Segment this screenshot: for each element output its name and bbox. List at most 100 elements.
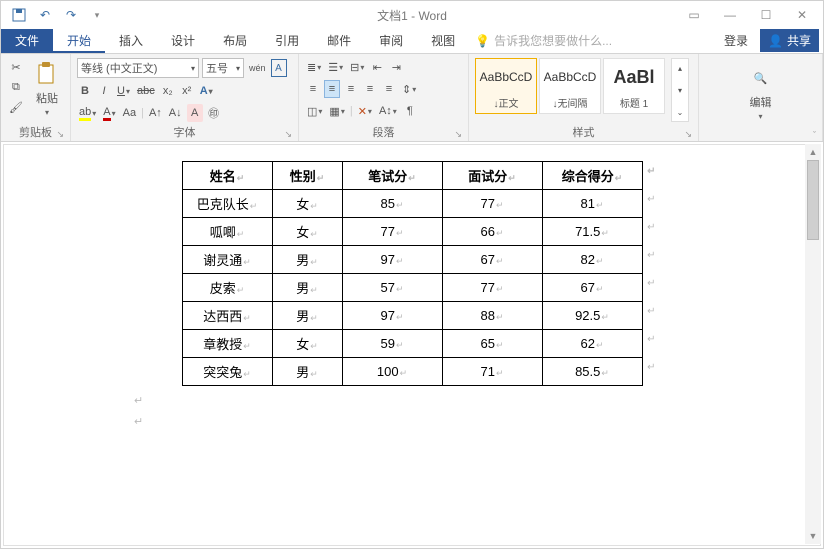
tab-file[interactable]: 文件 [1,27,53,53]
table-cell[interactable]: 62↵ [542,330,642,358]
align-right-icon[interactable]: ≡ [343,80,359,98]
paste-button[interactable]: 粘贴 ▾ [29,58,65,119]
table-row[interactable]: 巴克队长女857781↵ [182,190,642,218]
table-cell[interactable]: 71.5↵ [542,218,642,246]
table-cell[interactable]: 88 [442,302,542,330]
table-cell[interactable]: 71 [442,358,542,386]
dialog-launcher-icon[interactable]: ↘ [454,129,462,140]
table-cell[interactable]: 77 [442,274,542,302]
table-header[interactable]: 综合得分↵ [542,162,642,190]
table-cell[interactable]: 82↵ [542,246,642,274]
table-cell[interactable]: 皮索 [182,274,272,302]
line-spacing-icon[interactable]: ⇕ [400,80,418,98]
bullets-icon[interactable]: ≣ [305,58,323,76]
table-cell[interactable]: 呱唧 [182,218,272,246]
scroll-up-icon[interactable]: ▲ [805,144,821,160]
phonetic-guide-icon[interactable]: wén [247,59,268,77]
align-left-icon[interactable]: ≡ [305,80,321,98]
highlight-icon[interactable]: ab [77,104,98,122]
table-cell[interactable]: 97 [342,246,442,274]
table-cell[interactable]: 女 [272,190,342,218]
sort-icon[interactable]: ✕ [356,102,374,120]
strike-button[interactable]: abc [135,82,157,100]
distribute-icon[interactable]: ≡ [381,80,397,98]
borders-icon[interactable]: ▦ [327,102,346,120]
redo-icon[interactable]: ↷ [63,7,79,23]
maximize-icon[interactable]: ☐ [757,8,775,22]
table-header[interactable]: 笔试分 [342,162,442,190]
dialog-launcher-icon[interactable]: ↘ [684,129,692,140]
tab-home[interactable]: 开始 [53,27,105,53]
table-cell[interactable]: 57 [342,274,442,302]
table-header[interactable]: 性别 [272,162,342,190]
text-effects-icon[interactable]: A [198,82,215,100]
subscript-button[interactable]: x₂ [160,82,176,100]
styles-more-icon[interactable]: ⌄ [672,103,688,121]
font-size-select[interactable]: 五号▾ [202,58,244,78]
table-cell[interactable]: 男 [272,274,342,302]
enclose-char-icon[interactable]: ㊞ [206,104,222,122]
table-cell[interactable]: 100 [342,358,442,386]
tab-references[interactable]: 引用 [261,27,313,53]
editing-button[interactable]: 🔍 编辑 ▾ [743,62,779,123]
table-cell[interactable]: 66 [442,218,542,246]
table-cell[interactable]: 突突兔 [182,358,272,386]
vertical-scrollbar[interactable]: ▲ ▼ [805,144,821,544]
table-cell[interactable]: 67 [442,246,542,274]
table-cell[interactable]: 谢灵通 [182,246,272,274]
italic-button[interactable]: I [96,82,112,100]
cut-icon[interactable]: ✂ [7,58,25,76]
table-row[interactable]: 皮索男577767↵ [182,274,642,302]
dialog-launcher-icon[interactable]: ↘ [284,129,292,140]
tab-insert[interactable]: 插入 [105,27,157,53]
show-marks-icon[interactable]: ¶ [402,102,418,120]
char-border-icon[interactable]: A [271,59,287,77]
grow-font-icon[interactable]: A↑ [147,104,164,122]
font-name-select[interactable]: 等线 (中文正文)▾ [77,58,199,78]
shading-icon[interactable]: ◫ [305,102,324,120]
table-row[interactable]: 呱唧女776671.5↵ [182,218,642,246]
ribbon-options-icon[interactable]: ▭ [685,8,703,22]
table-cell[interactable]: 81↵ [542,190,642,218]
copy-icon[interactable]: ⧉ [7,78,25,96]
minimize-icon[interactable]: — [721,8,739,22]
table-cell[interactable]: 男 [272,302,342,330]
table-cell[interactable]: 77 [442,190,542,218]
collapse-ribbon-icon[interactable]: ˇ [813,130,816,140]
document-table[interactable]: 姓名性别笔试分面试分综合得分↵ 巴克队长女857781↵呱唧女776671.5↵… [182,161,643,386]
dec-indent-icon[interactable]: ⇤ [369,58,385,76]
table-cell[interactable]: 男 [272,358,342,386]
tell-me[interactable]: 💡告诉我您想要做什么... [475,28,612,53]
table-cell[interactable]: 67↵ [542,274,642,302]
tab-layout[interactable]: 布局 [209,27,261,53]
numbering-icon[interactable]: ☰ [326,58,345,76]
style-heading1[interactable]: AaBl标题 1 [603,58,665,114]
table-cell[interactable]: 85 [342,190,442,218]
scroll-down-icon[interactable]: ▼ [805,528,821,544]
tab-view[interactable]: 视图 [417,27,469,53]
login-link[interactable]: 登录 [718,28,754,53]
superscript-button[interactable]: x² [179,82,195,100]
multilevel-icon[interactable]: ⊟ [348,58,366,76]
table-header[interactable]: 面试分 [442,162,542,190]
format-painter-icon[interactable]: 🖌 [7,98,25,116]
style-nospacing[interactable]: AaBbCcD↓无间隔 [539,58,601,114]
scroll-thumb[interactable] [807,160,819,240]
bold-button[interactable]: B [77,82,93,100]
clear-format-icon[interactable]: A [187,104,203,122]
table-cell[interactable]: 65 [442,330,542,358]
undo-icon[interactable]: ↶ [37,7,53,23]
underline-button[interactable]: U [115,82,132,100]
table-row[interactable]: 章教授女596562↵ [182,330,642,358]
inc-indent-icon[interactable]: ⇥ [388,58,404,76]
char-shading-icon[interactable]: Aa [121,104,138,122]
tab-mailings[interactable]: 邮件 [313,27,365,53]
table-row[interactable]: 达西西男978892.5↵ [182,302,642,330]
table-cell[interactable]: 77 [342,218,442,246]
align-center-icon[interactable]: ≡ [324,80,340,98]
shrink-font-icon[interactable]: A↓ [167,104,184,122]
styles-down-icon[interactable]: ▾ [672,81,688,99]
table-cell[interactable]: 达西西 [182,302,272,330]
table-cell[interactable]: 59 [342,330,442,358]
qat-more-icon[interactable]: ▾ [89,7,105,23]
